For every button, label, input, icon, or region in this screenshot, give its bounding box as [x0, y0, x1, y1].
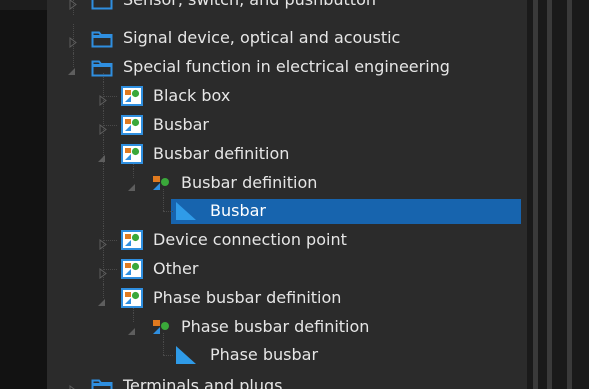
expand-arrow-icon[interactable]	[68, 381, 79, 389]
symbol-group-icon	[121, 144, 143, 164]
tree-guide	[133, 313, 134, 322]
symbol-library-window: Sensor, switch, and pushbutton Signal de…	[0, 0, 589, 389]
symbol-group-icon	[121, 230, 143, 250]
tree-item-sensor-switch-pushbutton[interactable]: Sensor, switch, and pushbutton	[47, 0, 527, 15]
folder-icon	[91, 376, 113, 389]
tree-item-other[interactable]: Other	[47, 255, 527, 284]
symbol-subgroup-icon	[151, 174, 171, 192]
symbol-triangle-icon	[175, 201, 197, 221]
symbol-triangle-icon	[175, 345, 197, 365]
left-panel-edge	[0, 10, 47, 389]
tree-item-label: Terminals and plugs	[123, 376, 283, 389]
tree-item-label: Signal device, optical and acoustic	[123, 28, 401, 47]
collapse-arrow-icon[interactable]	[96, 293, 107, 306]
tree-item-label: Sensor, switch, and pushbutton	[123, 0, 376, 11]
tree-item-busbar[interactable]: Busbar	[47, 111, 527, 140]
tree-item-label: Device connection point	[153, 230, 347, 249]
tree-item-label: Other	[153, 259, 199, 278]
tree-item-phase-busbar-symbol[interactable]: Phase busbar	[47, 341, 527, 370]
expand-arrow-icon[interactable]	[98, 91, 109, 106]
tree-item-device-connection-point[interactable]: Device connection point	[47, 226, 527, 255]
tree-item-terminals-and-plugs[interactable]: Terminals and plugs	[47, 372, 527, 389]
tree-item-busbar-definition-subgroup[interactable]: Busbar definition	[47, 169, 527, 198]
tree-guide	[103, 169, 104, 198]
tree-guide	[163, 355, 173, 356]
tree-item-busbar-definition[interactable]: Busbar definition	[47, 140, 527, 169]
folder-icon	[91, 28, 113, 48]
tree-item-label: Busbar	[210, 201, 266, 220]
tree-guide	[133, 169, 134, 178]
tree-item-busbar-symbol[interactable]: Busbar	[47, 197, 527, 226]
collapse-arrow-icon[interactable]	[66, 62, 77, 75]
right-panel-edge	[527, 0, 589, 389]
tree-item-label: Busbar definition	[181, 173, 318, 192]
collapse-arrow-icon[interactable]	[126, 178, 137, 191]
symbol-group-icon	[121, 115, 143, 135]
expand-arrow-icon[interactable]	[98, 264, 109, 279]
panel-divider[interactable]	[547, 0, 552, 389]
tree-guide	[163, 341, 164, 355]
panel-divider[interactable]	[567, 0, 572, 389]
symbol-subgroup-icon	[151, 318, 171, 336]
tree-guide	[103, 197, 104, 226]
expand-arrow-icon[interactable]	[68, 0, 79, 10]
tree-guide	[163, 197, 164, 211]
collapse-arrow-icon[interactable]	[96, 149, 107, 162]
tree-item-special-function[interactable]: Special function in electrical engineeri…	[47, 53, 527, 82]
tree-item-black-box[interactable]: Black box	[47, 82, 527, 111]
symbol-group-icon	[121, 86, 143, 106]
symbol-group-icon	[121, 288, 143, 308]
tree-item-label: Busbar definition	[153, 144, 290, 163]
symbol-tree[interactable]: Sensor, switch, and pushbutton Signal de…	[47, 0, 527, 389]
tree-guide	[163, 211, 173, 212]
tree-item-phase-busbar-definition[interactable]: Phase busbar definition	[47, 284, 527, 313]
collapse-arrow-icon[interactable]	[126, 322, 137, 335]
expand-arrow-icon[interactable]	[68, 33, 79, 48]
expand-arrow-icon[interactable]	[98, 120, 109, 135]
panel-divider[interactable]	[533, 0, 538, 389]
tree-item-phase-busbar-definition-subgroup[interactable]: Phase busbar definition	[47, 313, 527, 342]
tree-item-label: Black box	[153, 86, 231, 105]
expand-arrow-icon[interactable]	[98, 235, 109, 250]
folder-icon	[91, 0, 113, 10]
tree-item-label: Phase busbar definition	[153, 288, 342, 307]
tree-item-label: Busbar	[153, 115, 209, 134]
symbol-group-icon	[121, 259, 143, 279]
tree-item-label: Special function in electrical engineeri…	[123, 57, 450, 76]
tree-item-label: Phase busbar definition	[181, 317, 370, 336]
tree-item-label: Phase busbar	[210, 345, 319, 364]
folder-open-icon	[91, 57, 113, 77]
tree-item-signal-device[interactable]: Signal device, optical and acoustic	[47, 24, 527, 53]
